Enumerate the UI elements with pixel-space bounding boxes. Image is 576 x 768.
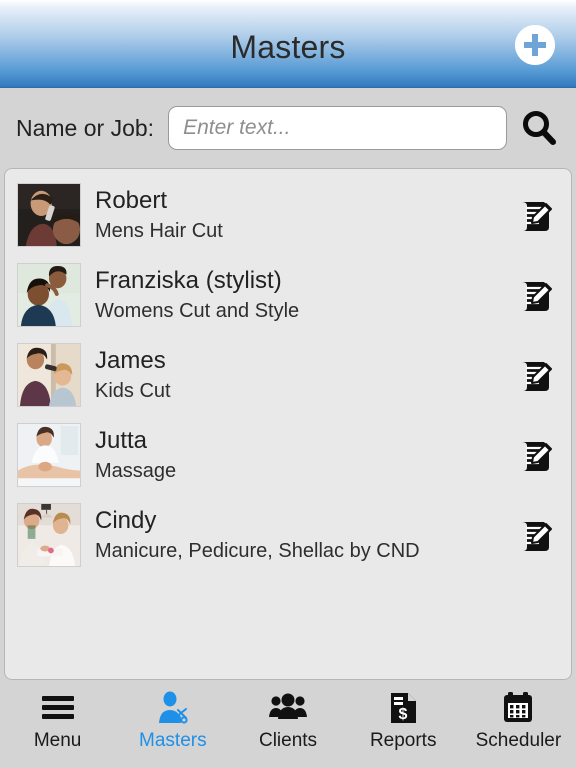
tab-scheduler[interactable]: Scheduler	[461, 688, 576, 760]
notepad-pencil-glyph	[522, 202, 552, 231]
document-dollar-glyph: $	[391, 693, 417, 723]
svg-text:$: $	[399, 706, 408, 723]
add-master-button[interactable]	[515, 25, 555, 65]
list-item[interactable]: James Kids Cut	[5, 335, 571, 415]
app-header: Masters	[0, 0, 576, 88]
tab-clients[interactable]: Clients	[230, 688, 345, 760]
photo-barber-kids	[18, 344, 80, 406]
notepad-pencil-glyph	[522, 362, 552, 391]
masters-screen: Masters Name or Job: Enter text... Rober…	[0, 0, 576, 768]
tab-label: Reports	[369, 730, 437, 751]
list-item[interactable]: Jutta Massage	[5, 415, 571, 495]
calendar-icon	[502, 688, 534, 728]
search-input[interactable]	[168, 106, 507, 150]
master-job: Kids Cut	[95, 380, 171, 402]
tab-label: Scheduler	[475, 730, 562, 751]
list-item-text: James Kids Cut	[95, 346, 513, 404]
plus-icon	[515, 25, 555, 65]
notepad-pencil-glyph	[522, 282, 552, 311]
master-name: Jutta	[95, 427, 148, 454]
calendar-glyph	[504, 692, 533, 722]
list-item-text: Jutta Massage	[95, 426, 513, 484]
master-job: Manicure, Pedicure, Shellac by CND	[95, 540, 420, 562]
search-bar: Name or Job:	[0, 88, 576, 168]
magnifier-glyph	[523, 111, 556, 145]
tab-masters[interactable]: Masters	[115, 688, 230, 760]
notepad-pencil-glyph	[522, 522, 552, 551]
avatar	[17, 263, 81, 327]
tab-label: Menu	[33, 730, 82, 751]
list-item[interactable]: Franziska (stylist) Womens Cut and Style	[5, 255, 571, 335]
master-name: Robert	[95, 187, 168, 214]
edit-note-icon[interactable]	[513, 353, 557, 397]
list-item-text: Robert Mens Hair Cut	[95, 186, 513, 244]
masters-list-container: Robert Mens Hair Cut Franziska (stylist)…	[4, 168, 572, 680]
list-item-text: Cindy Manicure, Pedicure, Shellac by CND	[95, 506, 513, 564]
photo-massage	[18, 424, 80, 486]
master-name: James	[95, 347, 166, 374]
avatar	[17, 503, 81, 567]
edit-note-icon[interactable]	[513, 193, 557, 237]
edit-note-icon[interactable]	[513, 433, 557, 477]
people-group-icon	[268, 688, 308, 728]
document-dollar-icon: $	[388, 688, 418, 728]
master-job: Womens Cut and Style	[95, 300, 300, 322]
search-icon[interactable]	[516, 105, 562, 151]
photo-manicure	[18, 504, 80, 566]
search-label: Name or Job:	[16, 114, 155, 141]
bottom-tab-bar: Menu Masters Clients $ Reports Scheduler	[0, 680, 576, 768]
person-scissors-icon	[156, 688, 190, 728]
master-name: Franziska (stylist)	[95, 267, 282, 294]
hamburger-glyph	[41, 696, 74, 719]
hamburger-menu-icon	[41, 688, 75, 728]
edit-note-icon[interactable]	[513, 513, 557, 557]
list-item[interactable]: Robert Mens Hair Cut	[5, 175, 571, 255]
photo-barber-mens	[18, 184, 80, 246]
tab-label: Clients	[258, 730, 318, 751]
tab-menu[interactable]: Menu	[0, 688, 115, 760]
list-item-text: Franziska (stylist) Womens Cut and Style	[95, 266, 513, 324]
master-job: Massage	[95, 460, 177, 482]
person-scissors-glyph	[158, 691, 188, 724]
master-name: Cindy	[95, 507, 157, 534]
list-item[interactable]: Cindy Manicure, Pedicure, Shellac by CND	[5, 495, 571, 575]
avatar	[17, 343, 81, 407]
avatar	[17, 423, 81, 487]
edit-note-icon[interactable]	[513, 273, 557, 317]
photo-stylist-womens	[18, 264, 80, 326]
people-group-glyph	[269, 693, 307, 719]
masters-list: Robert Mens Hair Cut Franziska (stylist)…	[5, 169, 571, 575]
master-job: Mens Hair Cut	[95, 220, 223, 242]
notepad-pencil-glyph	[522, 442, 552, 471]
tab-label: Masters	[139, 730, 207, 751]
avatar	[17, 183, 81, 247]
page-title: Masters	[230, 28, 346, 65]
tab-reports[interactable]: $ Reports	[346, 688, 461, 760]
